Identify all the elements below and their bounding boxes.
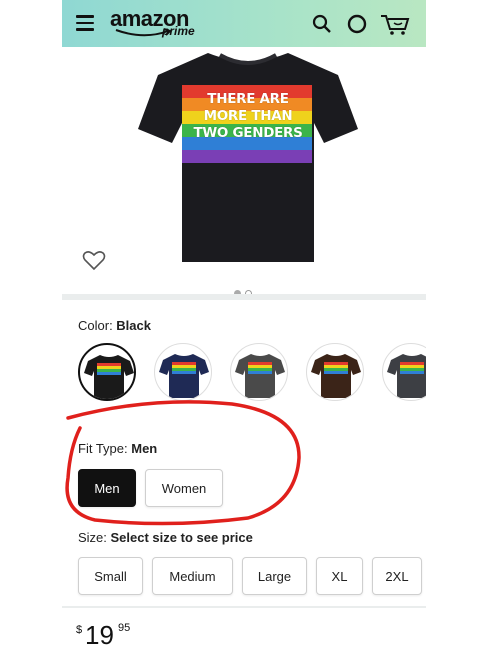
size-xl-button[interactable]: XL	[316, 557, 363, 595]
color-swatch-black[interactable]	[78, 343, 136, 401]
tshirt-image	[138, 53, 358, 262]
price-fraction: 95	[118, 622, 131, 634]
color-swatch-dark-heather[interactable]	[230, 343, 288, 401]
size-value: Select size to see price	[110, 530, 253, 545]
color-swatch-navy[interactable]	[154, 343, 212, 401]
product-image-area[interactable]: THERE ARE MORE THAN TWO GENDERS	[62, 47, 426, 297]
shirt-line: THERE ARE	[207, 91, 289, 107]
swatch-shirt-icon	[159, 354, 209, 398]
shirt-line: TWO GENDERS	[193, 125, 303, 141]
fit-type-label: Fit Type: Men	[78, 441, 158, 456]
profile-icon[interactable]	[345, 12, 369, 36]
size-medium-button[interactable]: Medium	[152, 557, 233, 595]
price-whole: 19	[85, 620, 114, 650]
logo-prime: prime	[162, 24, 195, 38]
size-large-button[interactable]: Large	[242, 557, 307, 595]
amazon-prime-logo[interactable]: amazon prime	[110, 6, 200, 40]
top-nav-bar: amazon prime	[62, 0, 426, 47]
menu-icon[interactable]	[76, 15, 94, 31]
price-divider	[62, 606, 426, 608]
size-small-button[interactable]: Small	[78, 557, 143, 595]
fit-women-button[interactable]: Women	[145, 469, 223, 507]
swatch-shirt-icon	[235, 354, 285, 398]
swatch-shirt-icon	[311, 354, 361, 398]
color-swatch-asphalt[interactable]	[382, 343, 426, 401]
search-icon[interactable]	[310, 12, 334, 36]
size-label: Size: Select size to see price	[78, 530, 253, 545]
color-label: Color: Black	[78, 318, 151, 333]
shirt-line: MORE THAN	[203, 108, 293, 124]
size-2xl-button[interactable]: 2XL	[372, 557, 422, 595]
color-swatch-brown[interactable]	[306, 343, 364, 401]
price-currency: $	[76, 624, 83, 636]
section-divider	[62, 294, 426, 300]
phone-screen: amazon prime THERE ARE MORE THAN TWO GEN…	[62, 0, 426, 650]
shirt-print-text: THERE ARE MORE THAN TWO GENDERS	[184, 91, 312, 142]
cart-icon[interactable]	[380, 12, 410, 36]
swatch-shirt-icon	[84, 355, 134, 399]
heart-icon[interactable]	[82, 249, 106, 271]
fit-men-button[interactable]: Men	[78, 469, 136, 507]
fit-type-value: Men	[131, 441, 158, 456]
swatch-shirt-icon	[387, 354, 426, 398]
color-value: Black	[116, 318, 151, 333]
